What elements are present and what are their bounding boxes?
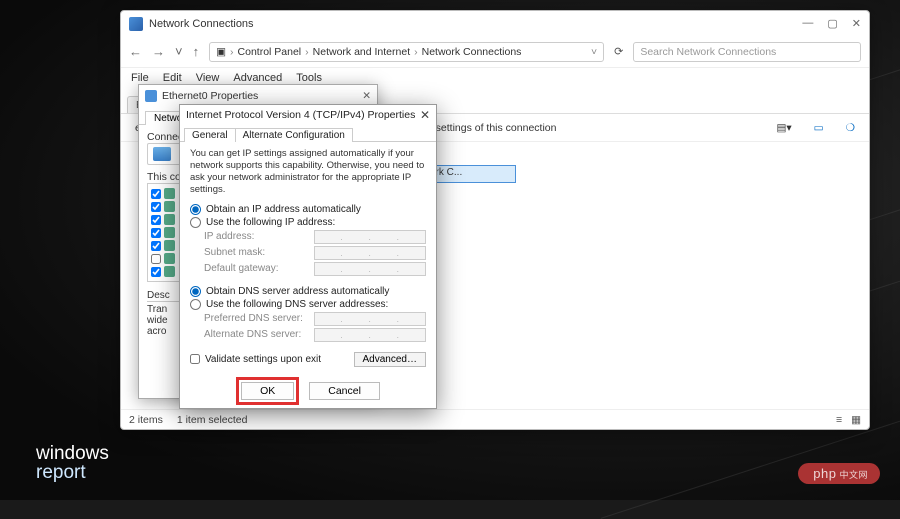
alt-dns-row: Alternate DNS server: ... (204, 328, 426, 342)
help-icon[interactable]: ❍ (846, 122, 855, 134)
maximize-button[interactable]: ▢ (827, 17, 837, 30)
protocol-icon (164, 266, 175, 277)
ok-button[interactable]: OK (241, 382, 294, 400)
protocol-icon (164, 240, 175, 251)
php-text: php (813, 466, 836, 481)
protocol-icon (164, 253, 175, 264)
ipv4-title-text: Internet Protocol Version 4 (TCP/IPv4) P… (186, 109, 415, 121)
close-button[interactable]: ✕ (852, 17, 861, 30)
breadcrumb-root-icon: ▣ (216, 46, 226, 58)
forward-button[interactable]: → (152, 44, 165, 59)
gateway-row: Default gateway: ... (204, 262, 426, 276)
search-input[interactable]: Search Network Connections (633, 42, 861, 62)
back-button[interactable]: ← (129, 44, 142, 59)
ipv4-info-text: You can get IP settings assigned automat… (190, 148, 426, 196)
explorer-navbar: ← → ˅ ↑ ▣ › Control Panel › Network and … (121, 36, 869, 68)
protocol-check[interactable] (151, 241, 161, 251)
radio-manual-ip-label: Use the following IP address: (206, 217, 335, 228)
chevron-down-icon[interactable]: ˅ (591, 46, 597, 58)
radio-manual-dns[interactable]: Use the following DNS server addresses: (190, 299, 426, 310)
subnet-row: Subnet mask: ... (204, 246, 426, 260)
up-button[interactable]: ↑ (193, 44, 200, 59)
breadcrumb-item[interactable]: Control Panel (238, 46, 302, 58)
wr-line2: report (36, 462, 86, 483)
window-title: Network Connections (149, 18, 254, 30)
php-watermark: php中文网 (798, 463, 880, 484)
network-icon (129, 17, 143, 31)
view-options-icon[interactable]: ▤▾ (776, 122, 791, 134)
gateway-label: Default gateway: (204, 263, 314, 274)
ipv4-properties-dialog: Internet Protocol Version 4 (TCP/IPv4) P… (179, 104, 437, 409)
menu-edit[interactable]: Edit (163, 72, 182, 84)
recent-button[interactable]: ˅ (175, 44, 183, 59)
protocol-icon (164, 201, 175, 212)
dialog-buttons: OK Cancel (180, 371, 436, 413)
details-view-icon[interactable]: ≡ (836, 414, 842, 426)
radio-auto-dns[interactable]: Obtain DNS server address automatically (190, 286, 426, 297)
validate-label: Validate settings upon exit (205, 354, 321, 365)
eth-title-text: Ethernet0 Properties (162, 90, 258, 102)
breadcrumb-item[interactable]: Network and Internet (313, 46, 410, 58)
ok-highlight: OK (236, 377, 299, 405)
validate-checkbox[interactable] (190, 354, 200, 364)
menu-file[interactable]: File (131, 72, 149, 84)
radio-manual-dns-input[interactable] (190, 299, 201, 310)
menu-advanced[interactable]: Advanced (233, 72, 282, 84)
tab-alternate[interactable]: Alternate Configuration (235, 128, 353, 142)
status-selected: 1 item selected (177, 414, 248, 426)
ip-address-input: ... (314, 230, 426, 244)
radio-auto-ip-label: Obtain an IP address automatically (206, 204, 361, 215)
protocol-check[interactable] (151, 189, 161, 199)
menu-view[interactable]: View (196, 72, 220, 84)
refresh-button[interactable]: ⟳ (614, 45, 623, 58)
radio-manual-ip[interactable]: Use the following IP address: (190, 217, 426, 228)
gateway-input: ... (314, 262, 426, 276)
protocol-check[interactable] (151, 202, 161, 212)
protocol-check[interactable] (151, 267, 161, 277)
ipv4-titlebar: Internet Protocol Version 4 (TCP/IPv4) P… (180, 105, 436, 125)
breadcrumb[interactable]: ▣ › Control Panel › Network and Internet… (209, 42, 604, 62)
close-button[interactable]: ✕ (362, 90, 371, 102)
radio-auto-ip[interactable]: Obtain an IP address automatically (190, 204, 426, 215)
alt-dns-label: Alternate DNS server: (204, 329, 314, 340)
close-button[interactable]: ✕ (420, 108, 430, 122)
radio-auto-dns-input[interactable] (190, 286, 201, 297)
advanced-button[interactable]: Advanced… (354, 352, 426, 367)
protocol-check[interactable] (151, 215, 161, 225)
ip-address-row: IP address: ... (204, 230, 426, 244)
radio-manual-dns-label: Use the following DNS server addresses: (206, 299, 388, 310)
network-item-selected[interactable]: ork C... (426, 165, 516, 183)
pref-dns-input: ... (314, 312, 426, 326)
adapter-icon (153, 147, 171, 161)
pref-dns-row: Preferred DNS server: ... (204, 312, 426, 326)
subnet-label: Subnet mask: (204, 247, 314, 258)
tab-general[interactable]: General (184, 128, 236, 142)
protocol-icon (164, 214, 175, 225)
cancel-button[interactable]: Cancel (309, 382, 380, 400)
preview-pane-icon[interactable]: ▭ (814, 122, 824, 134)
php-sub: 中文网 (839, 470, 868, 480)
radio-auto-ip-input[interactable] (190, 204, 201, 215)
protocol-check[interactable] (151, 228, 161, 238)
tiles-view-icon[interactable]: ▦ (851, 414, 861, 426)
protocol-icon (164, 188, 175, 199)
protocol-icon (164, 227, 175, 238)
protocol-check[interactable] (151, 254, 161, 264)
minimize-button[interactable]: — (802, 17, 813, 30)
pref-dns-label: Preferred DNS server: (204, 313, 314, 324)
menu-tools[interactable]: Tools (296, 72, 322, 84)
radio-manual-ip-input[interactable] (190, 217, 201, 228)
status-item-count: 2 items (129, 414, 163, 426)
breadcrumb-item[interactable]: Network Connections (422, 46, 522, 58)
windows-report-watermark: windows report (36, 444, 109, 482)
explorer-titlebar: Network Connections — ▢ ✕ (121, 11, 869, 36)
ip-address-label: IP address: (204, 231, 314, 242)
network-icon (145, 90, 157, 102)
subnet-input: ... (314, 246, 426, 260)
wr-line1: windows (36, 443, 109, 464)
ipv4-tabs: General Alternate Configuration (184, 128, 436, 142)
alt-dns-input: ... (314, 328, 426, 342)
radio-auto-dns-label: Obtain DNS server address automatically (206, 286, 389, 297)
